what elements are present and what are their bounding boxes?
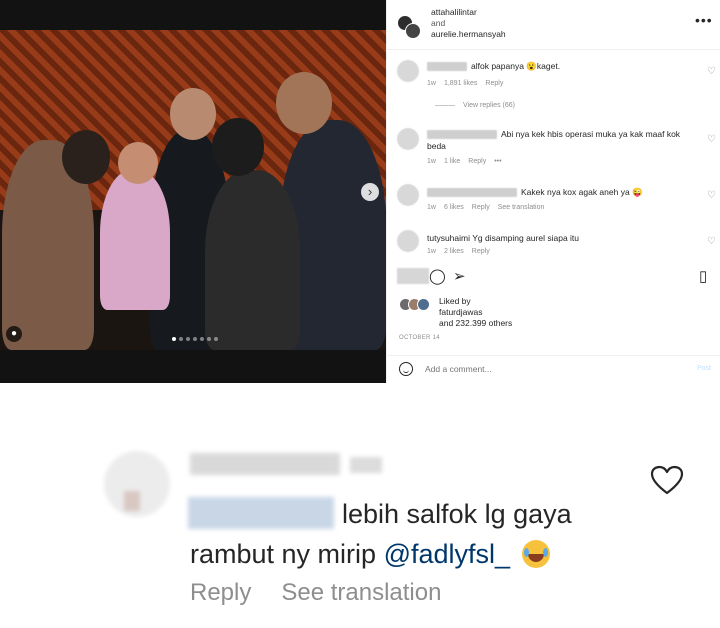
more-horizontal-icon[interactable]: ••• <box>695 12 713 28</box>
carousel-dot <box>200 337 204 341</box>
blurred-username <box>427 188 517 198</box>
username-link[interactable]: aurelie.hermansyah <box>431 29 506 40</box>
emoji-picker-icon[interactable] <box>399 362 413 376</box>
share-icon[interactable]: ➢ <box>453 267 466 285</box>
bookmark-icon[interactable]: ▯ <box>699 267 707 285</box>
avatar[interactable] <box>397 184 419 206</box>
person-4 <box>205 170 300 350</box>
comment-text: lebih salfok lg gaya rambut ny mirip @fa… <box>190 499 572 569</box>
carousel-dot <box>214 337 218 341</box>
post-date: OCTOBER 14 <box>399 335 440 341</box>
more-options-icon[interactable]: ••• <box>494 158 501 165</box>
post-side-panel: attahalilintar and aurelie.hermansyah ••… <box>386 0 720 383</box>
reply-button[interactable]: Reply <box>472 248 490 255</box>
likes-count[interactable]: and 232.399 others <box>439 318 512 329</box>
blurred-username <box>427 62 467 72</box>
carousel-dot <box>172 337 176 341</box>
avatar[interactable] <box>397 60 419 82</box>
instagram-post: › ● attahalilintar and aurelie.hermansya… <box>0 0 720 383</box>
blurred-action-icons <box>397 268 429 284</box>
blurred-time <box>350 457 382 473</box>
username-link[interactable]: faturdjawas <box>439 307 512 318</box>
heart-icon[interactable]: ♡ <box>707 66 716 77</box>
carousel-dot <box>186 337 190 341</box>
avatar[interactable] <box>397 128 419 150</box>
carousel-dot <box>179 337 183 341</box>
see-translation-button[interactable]: See translation <box>498 204 545 211</box>
post-comment-button[interactable]: Post <box>697 365 711 372</box>
add-comment-bar: Post <box>387 355 720 383</box>
heart-icon[interactable]: ♡ <box>707 190 716 201</box>
carousel-dots <box>172 337 218 341</box>
blurred-username <box>427 130 497 140</box>
collab-usernames: attahalilintar and aurelie.hermansyah <box>431 7 506 40</box>
blurred-username <box>190 453 340 475</box>
heart-icon[interactable]: ♡ <box>707 134 716 145</box>
comment-meta: 1w 2 likes Reply <box>427 248 490 255</box>
comment-meta: Reply See translation <box>190 579 471 607</box>
tagged-user-icon[interactable]: ● <box>6 326 22 342</box>
comment-meta: 1w 1 like Reply ••• <box>427 158 502 165</box>
reply-button[interactable]: Reply <box>190 579 251 606</box>
liker-avatars <box>399 298 435 312</box>
carousel-dot <box>207 337 211 341</box>
reply-button[interactable]: Reply <box>468 158 486 165</box>
post-actions: ◯ ➢ ▯ <box>387 262 720 292</box>
comment-icon[interactable]: ◯ <box>429 267 446 285</box>
username-link[interactable]: tutysuhaimi <box>427 233 470 243</box>
post-photo[interactable]: › ● <box>0 0 386 383</box>
carousel-dot <box>193 337 197 341</box>
comment-input[interactable] <box>425 364 625 374</box>
mention-link[interactable]: @fadlyfsl_ <box>384 539 510 569</box>
comment-meta: 1w 1,891 likes Reply <box>427 80 504 87</box>
laughing-emoji-icon <box>521 540 550 568</box>
username-link[interactable]: attahalilintar <box>431 7 506 18</box>
view-replies-button[interactable]: View replies (66) <box>435 102 515 109</box>
next-slide-icon[interactable]: › <box>361 183 379 201</box>
person-2-child <box>100 170 170 310</box>
comment-meta: 1w 6 likes Reply See translation <box>427 204 545 211</box>
reply-button[interactable]: Reply <box>472 204 490 211</box>
avatar[interactable] <box>397 230 419 252</box>
see-translation-button[interactable]: See translation <box>281 579 441 606</box>
collab-avatar[interactable] <box>397 15 421 39</box>
blurred-avatar[interactable] <box>104 451 170 517</box>
zoomed-comment: lebih salfok lg gaya rambut ny mirip @fa… <box>0 383 720 628</box>
heart-outline-icon[interactable] <box>650 465 684 495</box>
post-header: attahalilintar and aurelie.hermansyah ••… <box>387 0 720 50</box>
reply-button[interactable]: Reply <box>485 80 503 87</box>
heart-icon[interactable]: ♡ <box>707 236 716 247</box>
